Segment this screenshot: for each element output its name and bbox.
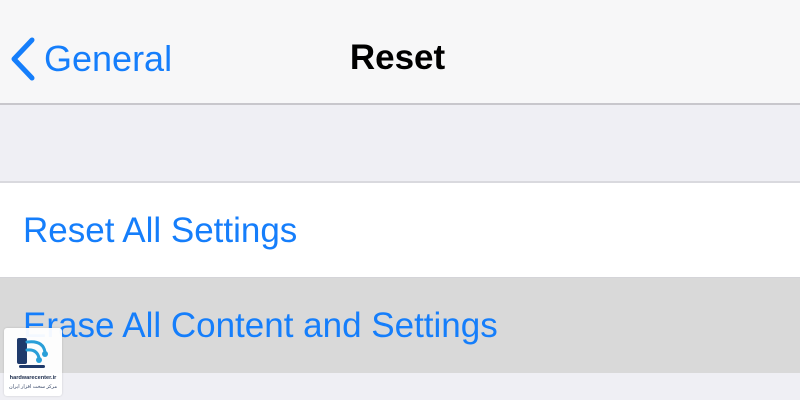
navigation-bar: General Reset [0,0,800,105]
grouped-background-bottom [0,373,800,400]
section-header-spacer [0,105,800,181]
watermark-tagline: مرکز سخت افزار ایران [8,384,57,390]
erase-all-content-cell[interactable]: Erase All Content and Settings [0,278,800,373]
watermark-site: hardwarecenter.ir [9,375,57,381]
reset-options-group: Reset All Settings Erase All Content and… [0,181,800,373]
page-title: Reset [349,38,446,77]
reset-settings-screen: General Reset Reset All Settings Erase A… [0,0,800,400]
reset-all-settings-cell[interactable]: Reset All Settings [0,183,800,278]
hardwarecenter-logo-icon [17,338,48,368]
erase-all-content-label: Erase All Content and Settings [23,306,498,345]
watermark-logo: hardwarecenter.ir مرکز سخت افزار ایران [4,328,62,396]
reset-all-settings-label: Reset All Settings [23,211,298,250]
